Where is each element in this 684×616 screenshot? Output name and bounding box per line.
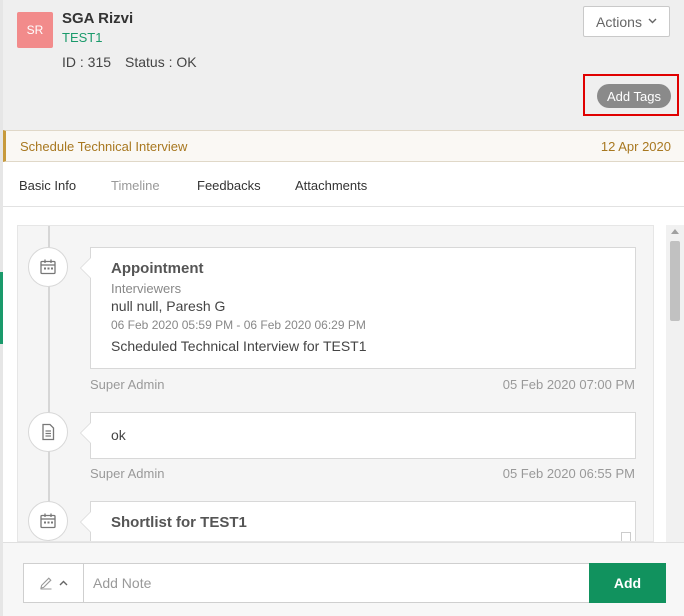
tab-basic-info[interactable]: Basic Info <box>19 178 76 193</box>
tab-attachments[interactable]: Attachments <box>295 178 367 193</box>
card-timestamp: 05 Feb 2020 06:55 PM <box>502 466 635 481</box>
note-box: Add <box>23 563 666 603</box>
add-tags-highlight: Add Tags <box>583 74 679 116</box>
scroll-thumb[interactable] <box>670 241 680 321</box>
candidate-id: ID : 315 <box>62 54 112 70</box>
avatar: SR <box>17 12 53 48</box>
actions-label: Actions <box>596 13 642 30</box>
timeline-card-appointment[interactable]: Appointment Interviewers null null, Pare… <box>80 247 636 369</box>
scroll-up-icon[interactable] <box>671 229 679 234</box>
timeline-card-note[interactable]: ok <box>80 412 636 459</box>
calendar-icon <box>28 501 68 541</box>
card-interviewers: null null, Paresh G <box>111 298 226 314</box>
add-note-button[interactable]: Add <box>589 563 666 603</box>
timeline-feed: Appointment Interviewers null null, Pare… <box>17 225 654 542</box>
candidate-header: SR SGA Rizvi TEST1 ID : 315 Status : OK A… <box>3 0 684 130</box>
tab-timeline[interactable]: Timeline <box>111 178 160 193</box>
document-icon <box>28 412 68 452</box>
schedule-date: 12 Apr 2020 <box>600 139 671 154</box>
timeline-card-shortlist[interactable]: Shortlist for TEST1 <box>80 501 636 541</box>
card-time-range: 06 Feb 2020 05:59 PM - 06 Feb 2020 06:29… <box>111 318 366 332</box>
card-timestamp: 05 Feb 2020 07:00 PM <box>502 377 635 392</box>
tab-bar: Basic Info Timeline Feedbacks Attachment… <box>3 162 684 207</box>
chevron-down-icon <box>648 16 657 27</box>
card-description: Scheduled Technical Interview for TEST1 <box>111 338 367 354</box>
schedule-bar[interactable]: Schedule Technical Interview 12 Apr 2020 <box>3 130 684 162</box>
actions-button[interactable]: Actions <box>583 6 670 37</box>
note-type-dropdown[interactable] <box>24 564 84 602</box>
card-title: Shortlist for TEST1 <box>111 514 247 531</box>
candidate-name: SGA Rizvi <box>62 10 134 27</box>
card-label: Interviewers <box>111 281 182 296</box>
card-author: Super Admin <box>90 466 165 481</box>
card-title: Appointment <box>111 260 204 277</box>
card-note-text: ok <box>111 427 126 443</box>
calendar-icon <box>28 247 68 287</box>
add-note-input[interactable] <box>85 564 589 602</box>
schedule-title: Schedule Technical Interview <box>20 139 188 154</box>
chevron-up-icon <box>59 580 68 586</box>
feed-scrollbar[interactable] <box>666 225 684 542</box>
candidate-job[interactable]: TEST1 <box>62 30 102 45</box>
pencil-icon <box>40 577 52 590</box>
add-tags-button[interactable]: Add Tags <box>597 84 671 108</box>
expand-icon[interactable] <box>621 532 631 541</box>
candidate-status: Status : OK <box>125 54 197 70</box>
card-author: Super Admin <box>90 377 165 392</box>
tab-feedbacks[interactable]: Feedbacks <box>197 178 261 193</box>
note-footer: Add <box>3 542 684 616</box>
candidate-meta: ID : 315 Status : OK <box>62 54 197 70</box>
